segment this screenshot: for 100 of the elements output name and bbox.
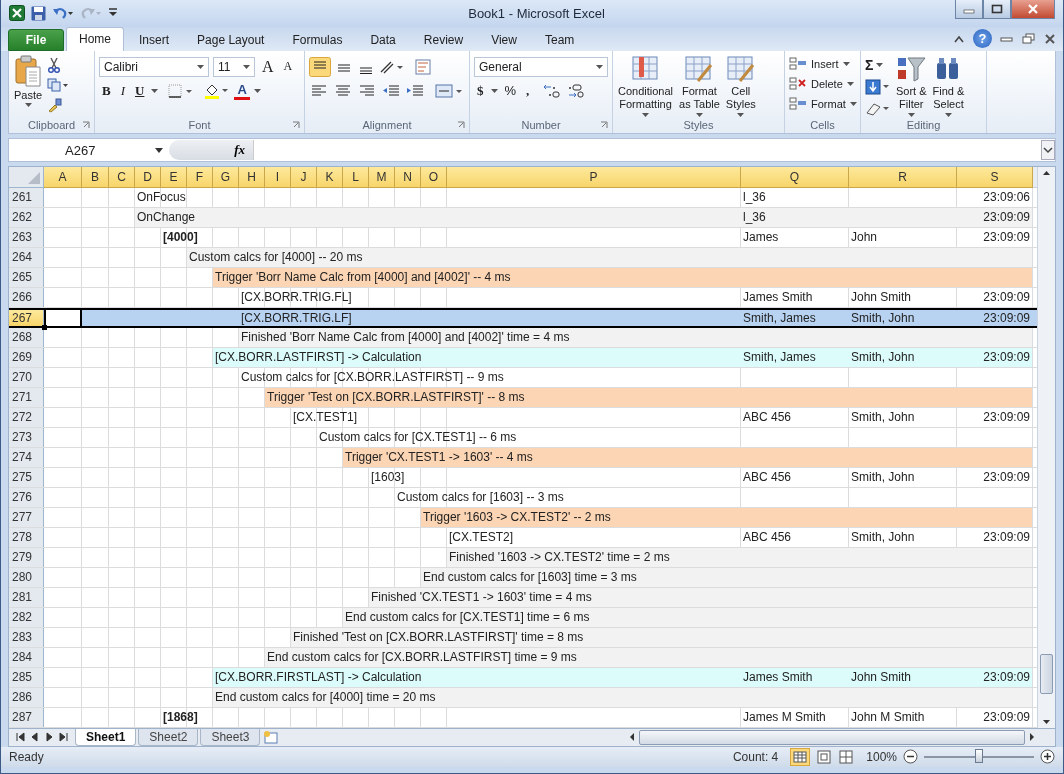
caret-icon[interactable]	[596, 64, 603, 69]
caret-icon[interactable]	[24, 102, 32, 107]
dialog-launcher-icon[interactable]	[292, 121, 300, 130]
column-header[interactable]: F	[187, 166, 213, 188]
dialog-launcher-icon[interactable]	[600, 121, 608, 130]
row-header[interactable]: 287	[9, 707, 44, 727]
row-header[interactable]: 274	[9, 447, 44, 467]
caret-icon[interactable]	[849, 101, 857, 106]
comma-style-button[interactable]: ,	[523, 82, 533, 99]
row-header[interactable]: 275	[9, 467, 44, 487]
cells-menu-button[interactable]: Insert	[810, 57, 840, 70]
ribbon-tab[interactable]: Data	[357, 28, 409, 51]
paste-button[interactable]: Paste	[13, 88, 44, 101]
row-header[interactable]: 277	[9, 507, 44, 527]
merge-center-icon[interactable]	[435, 82, 463, 99]
column-header[interactable]: S	[957, 166, 1033, 188]
file-tab[interactable]: File	[8, 28, 64, 51]
column-header[interactable]: D	[135, 166, 161, 188]
scrollbar-thumb[interactable]	[639, 729, 1025, 745]
font-name-field[interactable]: Calibri	[99, 56, 209, 77]
delete-cells-icon[interactable]	[789, 76, 807, 91]
percent-button[interactable]: %	[501, 83, 520, 99]
caret-icon[interactable]	[151, 89, 159, 94]
caret-icon[interactable]	[737, 112, 745, 117]
number-format-field[interactable]: General	[474, 56, 608, 77]
row-header[interactable]: 278	[9, 527, 44, 547]
ribbon-tab[interactable]: Insert	[126, 28, 183, 51]
copy-icon[interactable]	[47, 77, 70, 92]
caret-icon[interactable]	[842, 61, 850, 66]
row-header[interactable]: 273	[9, 427, 44, 447]
fill-color-icon[interactable]	[204, 83, 231, 100]
borders-icon[interactable]	[168, 84, 195, 99]
cut-icon[interactable]	[47, 56, 62, 73]
ribbon-tab[interactable]: Review	[410, 28, 477, 51]
row-header[interactable]: 282	[9, 607, 44, 627]
zoom-slider-thumb[interactable]	[975, 748, 983, 763]
format-painter-icon[interactable]	[47, 96, 64, 113]
caret-icon[interactable]	[490, 88, 498, 93]
caret-icon[interactable]	[243, 64, 250, 69]
font-size-field[interactable]: 11	[213, 56, 255, 77]
cells-menu-button[interactable]: Format	[810, 97, 847, 110]
row-header[interactable]: 283	[9, 627, 44, 647]
caret-icon[interactable]	[944, 112, 952, 117]
increase-indent-icon[interactable]	[405, 83, 425, 98]
column-header[interactable]: L	[343, 166, 369, 188]
maximize-button[interactable]	[983, 0, 1011, 19]
page-layout-view-icon[interactable]	[816, 749, 833, 764]
column-header[interactable]: R	[849, 166, 957, 188]
caret-icon[interactable]	[197, 64, 204, 69]
column-header[interactable]: Q	[741, 166, 849, 188]
italic-button[interactable]: I	[117, 83, 128, 100]
column-header[interactable]: C	[109, 166, 135, 188]
row-header[interactable]: 263	[9, 227, 44, 247]
caret-icon[interactable]	[642, 112, 649, 117]
decrease-decimal-icon[interactable]	[566, 82, 587, 99]
cells-menu-button[interactable]: Delete	[810, 77, 844, 90]
sort-filter-icon[interactable]	[896, 54, 927, 83]
column-header[interactable]: E	[161, 166, 187, 188]
column-header[interactable]: M	[369, 166, 395, 188]
dialog-launcher-icon[interactable]	[82, 121, 90, 130]
font-color-button[interactable]: A	[234, 82, 250, 100]
zoom-in-icon[interactable]	[1040, 749, 1055, 765]
scrollbar-thumb[interactable]	[1040, 653, 1053, 694]
autosum-button[interactable]: Σ	[865, 56, 874, 73]
row-header[interactable]: 271	[9, 387, 44, 407]
collapse-ribbon-icon[interactable]	[953, 33, 965, 44]
row-header[interactable]: 279	[9, 547, 44, 567]
conditional-formatting-icon[interactable]	[630, 54, 661, 83]
close-workbook-icon[interactable]	[1044, 32, 1056, 45]
row-header[interactable]: 264	[9, 247, 44, 267]
row-header[interactable]: 281	[9, 587, 44, 607]
scroll-right-icon[interactable]	[1027, 731, 1037, 744]
vertical-scrollbar[interactable]	[1037, 166, 1055, 728]
clipboard-icon[interactable]	[14, 54, 43, 87]
style-gallery-button[interactable]: Format as Table	[678, 84, 721, 111]
style-gallery-button[interactable]: Conditional Formatting	[617, 84, 675, 111]
sort-filter-button[interactable]: Sort & Filter	[895, 84, 928, 111]
column-header[interactable]: O	[421, 166, 447, 188]
align-right-icon[interactable]	[357, 83, 377, 98]
row-header[interactable]: 276	[9, 487, 44, 507]
decrease-indent-icon[interactable]	[381, 83, 401, 98]
cell-styles-icon[interactable]	[725, 54, 756, 83]
column-header[interactable]: K	[317, 166, 343, 188]
page-break-view-icon[interactable]	[838, 749, 855, 764]
column-header[interactable]: P	[447, 166, 741, 188]
close-button[interactable]	[1011, 0, 1055, 19]
caret-icon[interactable]	[253, 89, 261, 94]
row-header[interactable]: 286	[9, 687, 44, 707]
restore-workbook-icon[interactable]	[1022, 32, 1036, 45]
align-left-icon[interactable]	[309, 83, 329, 98]
row-header[interactable]: 262	[9, 207, 44, 227]
shrink-font-button[interactable]: A	[280, 59, 296, 75]
ribbon-tab[interactable]: Home	[66, 26, 124, 51]
caret-icon[interactable]	[846, 81, 854, 86]
bold-button[interactable]: B	[99, 83, 114, 100]
column-header[interactable]: A	[44, 166, 82, 188]
zoom-percent[interactable]: 100%	[866, 749, 897, 764]
close-icon[interactable]	[1027, 4, 1039, 14]
row-header[interactable]: 267	[9, 309, 44, 326]
insert-cells-icon[interactable]	[789, 56, 807, 71]
